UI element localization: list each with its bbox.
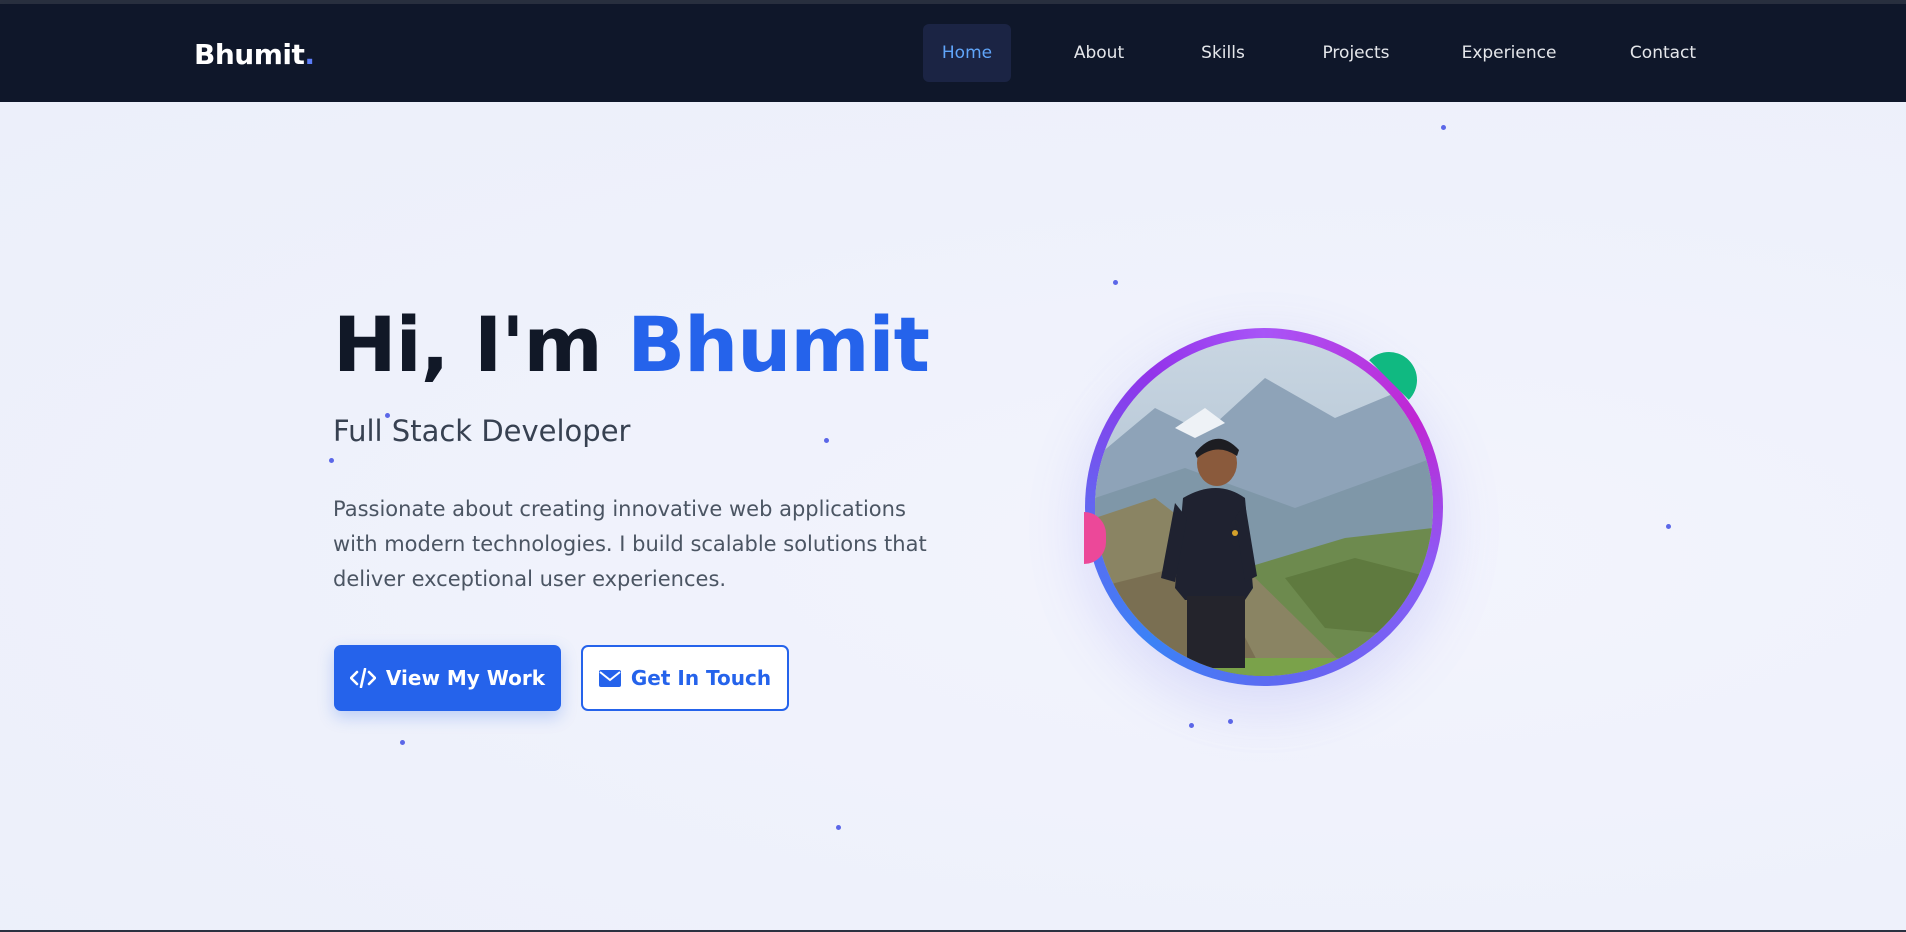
particle-dot <box>400 740 405 745</box>
profile-photo-ring <box>1085 328 1443 686</box>
particle-dot <box>329 458 334 463</box>
nav-about-label: About <box>1073 43 1125 63</box>
particle-dot <box>836 825 841 830</box>
envelope-icon <box>598 669 621 687</box>
profile-photo <box>1095 338 1433 676</box>
particle-dot <box>824 438 829 443</box>
get-in-touch-button[interactable]: Get In Touch <box>581 645 789 711</box>
hero-section <box>0 102 1906 932</box>
navbar: Bhumit. Home About Skills Projects Exper… <box>0 4 1906 102</box>
get-in-touch-label: Get In Touch <box>630 666 772 690</box>
view-my-work-button[interactable]: View My Work <box>334 645 561 711</box>
particle-dot <box>1441 125 1446 130</box>
nav-home-label: Home <box>941 43 993 63</box>
particle-dot <box>1189 723 1194 728</box>
nav-experience[interactable]: Experience <box>1450 24 1568 82</box>
nav-home[interactable]: Home <box>923 24 1011 82</box>
nav-projects-label: Projects <box>1322 43 1390 63</box>
nav-projects[interactable]: Projects <box>1308 24 1404 82</box>
particle-dot <box>1113 280 1118 285</box>
nav-about[interactable]: About <box>1058 24 1140 82</box>
nav-skills-label: Skills <box>1201 43 1245 63</box>
nav-contact-label: Contact <box>1629 43 1697 63</box>
hero-greeting: Hi, I'm <box>333 300 603 389</box>
site-logo[interactable]: Bhumit. <box>194 38 315 71</box>
particle-dot <box>1666 524 1671 529</box>
code-icon <box>349 668 376 688</box>
hero-role: Full Stack Developer <box>333 414 631 448</box>
nav-contact[interactable]: Contact <box>1618 24 1708 82</box>
nav-skills[interactable]: Skills <box>1186 24 1260 82</box>
view-my-work-label: View My Work <box>385 666 546 690</box>
particle-dot <box>1228 719 1233 724</box>
logo-dot: . <box>304 38 315 71</box>
nav-experience-label: Experience <box>1461 43 1557 63</box>
logo-text: Bhumit <box>194 38 305 71</box>
hero-description: Passionate about creating innovative web… <box>333 497 927 591</box>
hero-name: Bhumit <box>627 300 930 389</box>
hero-headline: Hi, I'm Bhumit <box>333 300 930 389</box>
